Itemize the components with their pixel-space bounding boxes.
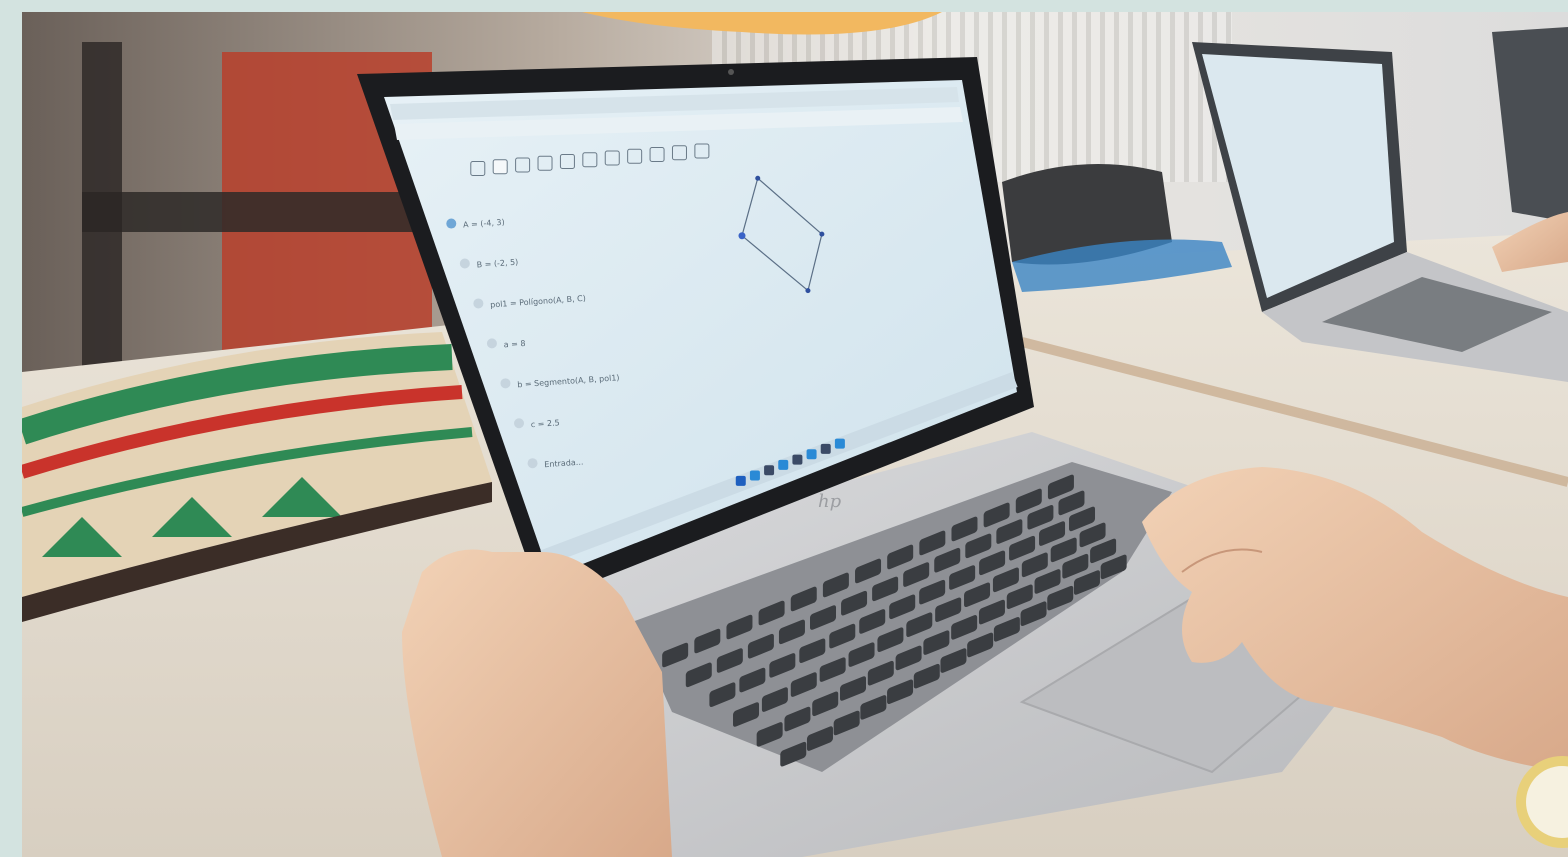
dark-chair-frame xyxy=(82,192,442,232)
taskbar-app-icon[interactable] xyxy=(735,475,746,486)
algebra-visibility-toggle[interactable] xyxy=(527,458,538,469)
polygon-vertex[interactable] xyxy=(819,231,825,237)
taskbar-app-icon[interactable] xyxy=(764,465,775,476)
polygon-vertex[interactable] xyxy=(738,232,746,240)
algebra-visibility-toggle[interactable] xyxy=(500,378,511,389)
radiator-fin xyxy=(1170,12,1175,182)
radiator-fin xyxy=(1058,12,1063,182)
taskbar-app-icon[interactable] xyxy=(834,438,845,449)
radiator-fin xyxy=(1016,12,1021,182)
toolbar-tool-icon[interactable] xyxy=(492,159,508,175)
radiator-fin xyxy=(1128,12,1133,182)
hp-logo: hp xyxy=(818,491,842,512)
algebra-visibility-toggle[interactable] xyxy=(446,218,457,229)
algebra-row-text: a = 8 xyxy=(503,339,525,349)
radiator-fin xyxy=(1086,12,1091,182)
radiator-fin xyxy=(1044,12,1049,182)
radiator-fin xyxy=(1156,12,1161,182)
radiator-fin xyxy=(1184,12,1189,182)
webcam-icon xyxy=(728,69,734,75)
radiator-fin xyxy=(1100,12,1105,182)
taskbar-app-icon[interactable] xyxy=(778,459,789,470)
polygon-vertex[interactable] xyxy=(805,288,811,294)
photo-frame: A = (-4, 3) B = (-2, 5) pol1 = Polígono(A,… xyxy=(22,12,1568,857)
taskbar-app-icon[interactable] xyxy=(806,449,817,460)
radiator-fin xyxy=(1072,12,1077,182)
taskbar-app-icon[interactable] xyxy=(792,454,803,465)
radiator-fin xyxy=(1142,12,1147,182)
radiator-fin xyxy=(1198,12,1203,182)
algebra-visibility-toggle[interactable] xyxy=(486,338,497,349)
taskbar-app-icon[interactable] xyxy=(820,443,831,454)
radiator-fin xyxy=(1002,12,1007,182)
algebra-visibility-toggle[interactable] xyxy=(514,418,525,429)
laptop-photo: A = (-4, 3)B = (-2, 5)pol1 = Polígono(A,… xyxy=(22,12,1568,857)
taskbar-app-icon[interactable] xyxy=(749,470,760,481)
radiator-fin xyxy=(1030,12,1035,182)
algebra-visibility-toggle[interactable] xyxy=(459,258,470,269)
radiator-fin xyxy=(1114,12,1119,182)
algebra-visibility-toggle[interactable] xyxy=(473,298,484,309)
polygon-vertex[interactable] xyxy=(755,175,761,181)
